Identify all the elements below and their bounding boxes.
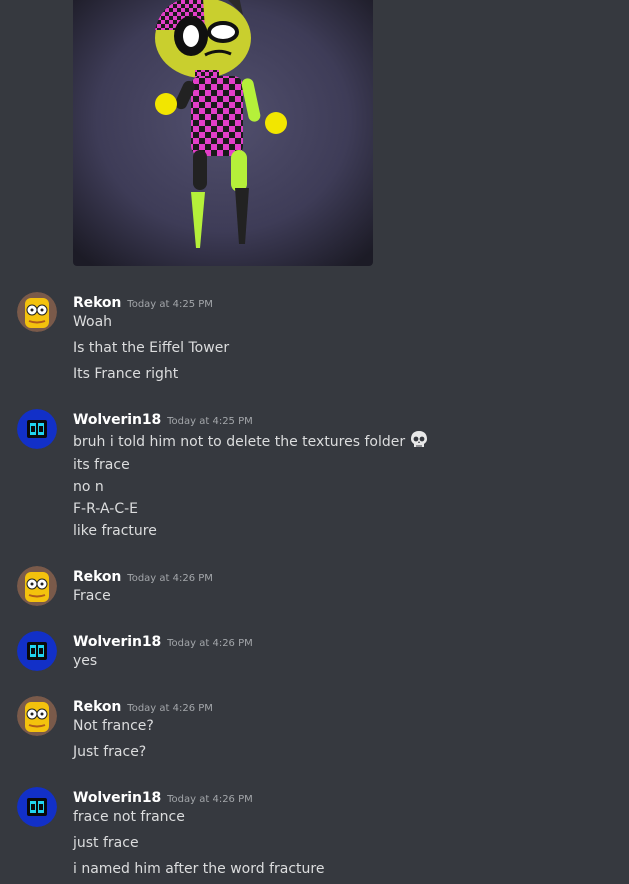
bart-avatar-icon (17, 566, 57, 606)
username[interactable]: Wolverin18 (73, 412, 161, 428)
wolverin-avatar-icon (17, 409, 57, 449)
message-text: its frace (73, 457, 130, 473)
username[interactable]: Rekon (73, 569, 121, 585)
message-header: Wolverin18 Today at 4:26 PM (73, 631, 253, 651)
username[interactable]: Wolverin18 (73, 634, 161, 650)
message-text: frace not france (73, 809, 185, 825)
message-text-with-emoji: bruh i told him not to delete the textur… (73, 430, 429, 455)
rekon-avatar[interactable] (17, 696, 57, 736)
wolverin-avatar-icon (17, 631, 57, 671)
attached-image[interactable] (73, 0, 373, 266)
message-text: Its France right (73, 366, 179, 382)
username[interactable]: Rekon (73, 295, 121, 311)
timestamp: Today at 4:26 PM (127, 573, 213, 584)
timestamp: Today at 4:25 PM (167, 416, 253, 427)
message-text: bruh i told him not to delete the textur… (73, 434, 406, 450)
chat-log: Rekon Today at 4:25 PM Woah Is that the E… (0, 0, 629, 884)
character-render-image (73, 0, 373, 266)
message-header: Rekon Today at 4:25 PM (73, 292, 213, 312)
message-text: Just frace? (73, 744, 147, 760)
bart-avatar-icon (17, 292, 57, 332)
timestamp: Today at 4:26 PM (167, 794, 253, 805)
message-text: no n (73, 479, 104, 495)
username[interactable]: Rekon (73, 699, 121, 715)
wolverin-avatar[interactable] (17, 787, 57, 827)
rekon-avatar[interactable] (17, 566, 57, 606)
timestamp: Today at 4:25 PM (127, 299, 213, 310)
message-text: Woah (73, 314, 113, 330)
wolverin-avatar[interactable] (17, 631, 57, 671)
message-header: Wolverin18 Today at 4:26 PM (73, 787, 253, 807)
message-text: F-R-A-C-E (73, 501, 139, 517)
message-text: Not france? (73, 718, 154, 734)
timestamp: Today at 4:26 PM (167, 638, 253, 649)
message-text: yes (73, 653, 98, 669)
rekon-avatar[interactable] (17, 292, 57, 332)
message-text: Is that the Eiffel Tower (73, 340, 230, 356)
message-header: Rekon Today at 4:26 PM (73, 696, 213, 716)
wolverin-avatar-icon (17, 787, 57, 827)
bart-avatar-icon (17, 696, 57, 736)
timestamp: Today at 4:26 PM (127, 703, 213, 714)
message-text: like fracture (73, 523, 157, 539)
message-header: Rekon Today at 4:26 PM (73, 566, 213, 586)
skull-icon (409, 430, 429, 455)
message-text: just frace (73, 835, 139, 851)
message-text: Frace (73, 588, 111, 604)
message-header: Wolverin18 Today at 4:25 PM (73, 409, 253, 429)
message-text: i named him after the word fracture (73, 861, 325, 877)
wolverin-avatar[interactable] (17, 409, 57, 449)
username[interactable]: Wolverin18 (73, 790, 161, 806)
